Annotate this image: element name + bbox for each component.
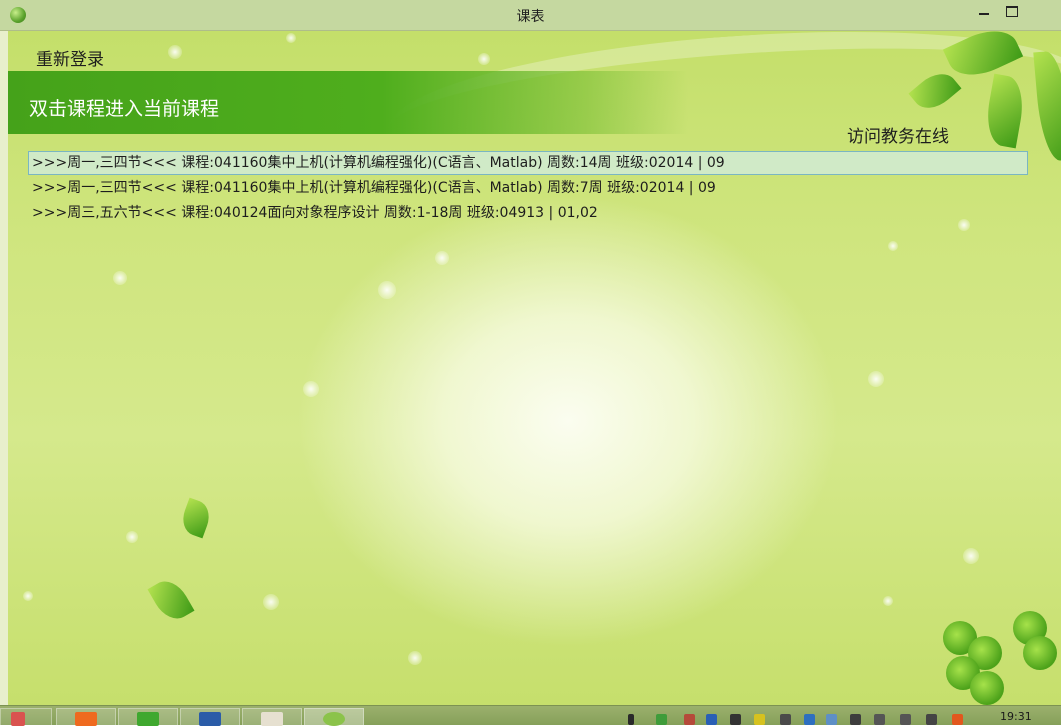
tray-icon[interactable] [730, 714, 741, 725]
taskbar-schedule-app[interactable] [304, 708, 364, 726]
bokeh-dot [963, 548, 979, 564]
taskbar-qt-creator[interactable] [118, 708, 178, 726]
taskbar-owl-app[interactable] [242, 708, 302, 726]
bokeh-dot [168, 45, 182, 59]
tray-network-icon[interactable] [874, 714, 885, 725]
taskbar: 19:31 [0, 705, 1061, 726]
course-item[interactable]: >>>周一,三四节<<< 课程:041160集中上机(计算机编程强化)(C语言、… [28, 176, 1028, 200]
relogin-button[interactable]: 重新登录 [36, 45, 104, 70]
tray-icon[interactable] [628, 714, 634, 725]
maximize-button[interactable] [998, 0, 1026, 22]
bokeh-dot [883, 596, 893, 606]
main-panel: 重新登录 双击课程进入当前课程 访问教务在线 >>>周一,三四节<<< 课程:0… [8, 31, 1061, 705]
taskbar-start[interactable] [0, 708, 52, 726]
leaf-decoration [1033, 49, 1061, 163]
bokeh-dot [126, 531, 138, 543]
minimize-button[interactable] [970, 0, 998, 22]
tray-icon[interactable] [850, 714, 861, 725]
maximize-icon [1006, 5, 1018, 17]
course-hint-label: 双击课程进入当前课程 [29, 98, 220, 120]
clover-decoration [1023, 636, 1057, 670]
bokeh-dot [888, 241, 898, 251]
bokeh-dot [23, 591, 33, 601]
tray-icon[interactable] [706, 714, 717, 725]
bokeh-dot [868, 371, 884, 387]
taskbar-word[interactable] [180, 708, 240, 726]
bokeh-dot [408, 651, 422, 665]
window-title: 课表 [516, 9, 545, 25]
tray-icon[interactable] [754, 714, 765, 725]
tray-icon[interactable] [804, 714, 815, 725]
title-bar[interactable]: 课表 [0, 0, 1061, 31]
leaf-decoration [177, 497, 215, 539]
bokeh-dot [263, 594, 279, 610]
tray-icon[interactable] [780, 714, 791, 725]
taskbar-clock[interactable]: 19:31 [1000, 710, 1032, 723]
bokeh-dot [378, 281, 396, 299]
course-item[interactable]: >>>周三,五六节<<< 课程:040124面向对象程序设计 周数:1-18周 … [28, 201, 1028, 225]
tray-volume-icon[interactable] [900, 714, 911, 725]
bokeh-dot [286, 33, 296, 43]
tray-icon[interactable] [684, 714, 695, 725]
leaf-decoration [147, 574, 195, 626]
bokeh-dot [303, 381, 319, 397]
course-item[interactable]: >>>周一,三四节<<< 课程:041160集中上机(计算机编程强化)(C语言、… [28, 151, 1028, 175]
bokeh-dot [435, 251, 449, 265]
bokeh-dot [113, 271, 127, 285]
tray-shield-icon[interactable] [656, 714, 667, 725]
bokeh-dot [478, 53, 490, 65]
course-list[interactable]: >>>周一,三四节<<< 课程:041160集中上机(计算机编程强化)(C语言、… [28, 151, 1028, 226]
tray-icon[interactable] [826, 714, 837, 725]
minimize-icon [979, 13, 989, 15]
app-window: 课表 重新登录 双击课程进入当前课程 访问教务在线 >>>周一,三四节<<< 课… [0, 0, 1061, 726]
taskbar-app-orange[interactable] [56, 708, 116, 726]
visit-portal-link[interactable]: 访问教务在线 [847, 122, 949, 147]
tray-ime-icon[interactable] [926, 714, 937, 725]
clover-decoration [970, 671, 1004, 705]
tray-icon[interactable] [952, 714, 963, 725]
